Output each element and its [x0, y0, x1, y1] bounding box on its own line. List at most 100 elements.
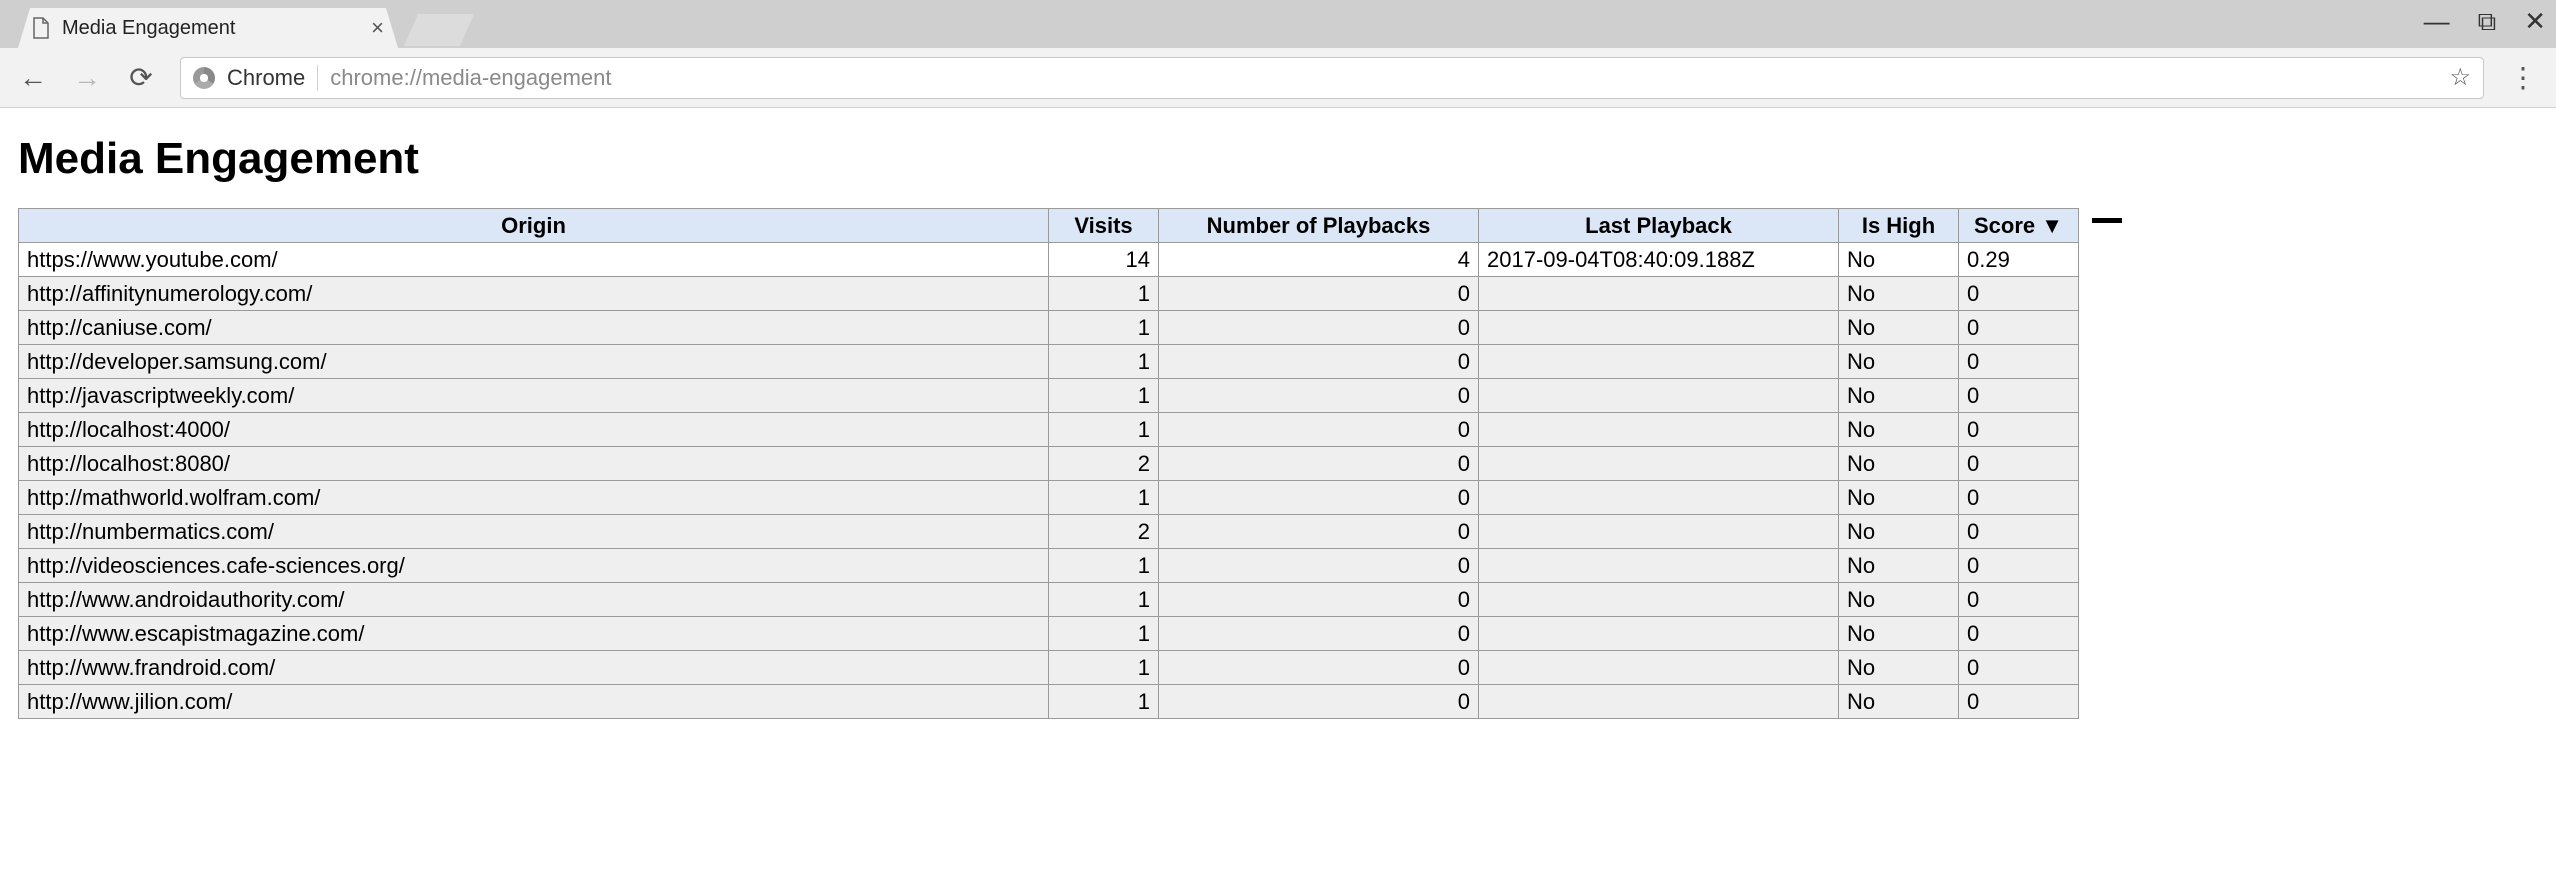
table-row: http://www.androidauthority.com/10No0: [19, 583, 2079, 617]
cell-playbacks: 0: [1159, 447, 1479, 481]
cell-visits: 1: [1049, 549, 1159, 583]
tab-strip: Media Engagement × — ⧉ ✕: [0, 0, 2556, 48]
cell-score: 0: [1959, 651, 2079, 685]
col-playbacks[interactable]: Number of Playbacks: [1159, 209, 1479, 243]
cell-high: No: [1839, 447, 1959, 481]
chrome-icon: [193, 67, 215, 89]
cell-high: No: [1839, 413, 1959, 447]
cell-visits: 1: [1049, 345, 1159, 379]
cell-visits: 14: [1049, 243, 1159, 277]
cell-origin: http://numbermatics.com/: [19, 515, 1049, 549]
table-row: http://numbermatics.com/20No0: [19, 515, 2079, 549]
cell-visits: 1: [1049, 583, 1159, 617]
cell-origin: http://affinitynumerology.com/: [19, 277, 1049, 311]
cell-high: No: [1839, 651, 1959, 685]
cell-playbacks: 0: [1159, 583, 1479, 617]
cell-visits: 1: [1049, 379, 1159, 413]
table-row: http://affinitynumerology.com/10No0: [19, 277, 2079, 311]
cell-score: 0: [1959, 379, 2079, 413]
cell-last: 2017-09-04T08:40:09.188Z: [1479, 243, 1839, 277]
cell-origin: http://javascriptweekly.com/: [19, 379, 1049, 413]
col-last[interactable]: Last Playback: [1479, 209, 1839, 243]
table-row: http://caniuse.com/10No0: [19, 311, 2079, 345]
col-visits[interactable]: Visits: [1049, 209, 1159, 243]
cell-playbacks: 0: [1159, 549, 1479, 583]
page-content: Media Engagement Origin Visits Number of…: [0, 108, 2556, 719]
cell-last: [1479, 481, 1839, 515]
cell-playbacks: 0: [1159, 345, 1479, 379]
close-window-icon[interactable]: ✕: [2524, 6, 2546, 38]
browser-tab[interactable]: Media Engagement ×: [18, 8, 398, 48]
window-controls: — ⧉ ✕: [2424, 6, 2546, 38]
table-row: http://www.escapistmagazine.com/10No0: [19, 617, 2079, 651]
cell-playbacks: 0: [1159, 515, 1479, 549]
cell-last: [1479, 379, 1839, 413]
cell-origin: http://caniuse.com/: [19, 311, 1049, 345]
tab-title: Media Engagement: [62, 17, 235, 40]
table-row: http://developer.samsung.com/10No0: [19, 345, 2079, 379]
browser-menu-button[interactable]: ⋮: [2508, 61, 2538, 94]
cell-score: 0: [1959, 685, 2079, 719]
browser-toolbar: ← → ⟳ Chrome chrome://media-engagement ☆…: [0, 48, 2556, 108]
cell-high: No: [1839, 243, 1959, 277]
col-high[interactable]: Is High: [1839, 209, 1959, 243]
cell-high: No: [1839, 583, 1959, 617]
omnibox-url: chrome://media-engagement: [330, 65, 611, 91]
cell-visits: 2: [1049, 447, 1159, 481]
cell-score: 0: [1959, 413, 2079, 447]
cell-origin: http://developer.samsung.com/: [19, 345, 1049, 379]
cell-visits: 1: [1049, 311, 1159, 345]
cell-high: No: [1839, 277, 1959, 311]
browser-chrome: Media Engagement × — ⧉ ✕ ← → ⟳ Chrome ch…: [0, 0, 2556, 108]
cell-last: [1479, 685, 1839, 719]
cell-last: [1479, 617, 1839, 651]
cell-last: [1479, 515, 1839, 549]
cell-score: 0: [1959, 481, 2079, 515]
cell-last: [1479, 413, 1839, 447]
cell-origin: http://www.escapistmagazine.com/: [19, 617, 1049, 651]
cell-score: 0.29: [1959, 243, 2079, 277]
cell-playbacks: 0: [1159, 277, 1479, 311]
cell-visits: 1: [1049, 651, 1159, 685]
cell-origin: https://www.youtube.com/: [19, 243, 1049, 277]
engagement-table: Origin Visits Number of Playbacks Last P…: [18, 208, 2079, 719]
cell-visits: 1: [1049, 617, 1159, 651]
col-origin[interactable]: Origin: [19, 209, 1049, 243]
cell-visits: 1: [1049, 277, 1159, 311]
maximize-icon[interactable]: ⧉: [2478, 6, 2497, 38]
cell-origin: http://videosciences.cafe-sciences.org/: [19, 549, 1049, 583]
table-row: http://localhost:4000/10No0: [19, 413, 2079, 447]
table-row: http://www.jilion.com/10No0: [19, 685, 2079, 719]
cell-score: 0: [1959, 549, 2079, 583]
truncated-content-indicator: [2092, 218, 2122, 223]
cell-visits: 1: [1049, 685, 1159, 719]
omnibox-scheme: Chrome: [227, 65, 305, 91]
col-score[interactable]: Score ▼: [1959, 209, 2079, 243]
cell-last: [1479, 447, 1839, 481]
close-tab-icon[interactable]: ×: [371, 17, 384, 39]
cell-score: 0: [1959, 583, 2079, 617]
new-tab-button[interactable]: [404, 14, 474, 46]
file-icon: [32, 17, 50, 39]
forward-button[interactable]: →: [72, 62, 102, 94]
sort-desc-icon: ▼: [2041, 213, 2063, 238]
cell-playbacks: 4: [1159, 243, 1479, 277]
cell-high: No: [1839, 481, 1959, 515]
table-row: http://mathworld.wolfram.com/10No0: [19, 481, 2079, 515]
table-row: http://videosciences.cafe-sciences.org/1…: [19, 549, 2079, 583]
cell-visits: 1: [1049, 413, 1159, 447]
cell-high: No: [1839, 311, 1959, 345]
table-row: http://www.frandroid.com/10No0: [19, 651, 2079, 685]
back-button[interactable]: ←: [18, 62, 48, 94]
table-row: https://www.youtube.com/1442017-09-04T08…: [19, 243, 2079, 277]
cell-score: 0: [1959, 447, 2079, 481]
cell-playbacks: 0: [1159, 481, 1479, 515]
reload-button[interactable]: ⟳: [126, 61, 156, 94]
cell-last: [1479, 549, 1839, 583]
cell-high: No: [1839, 685, 1959, 719]
cell-origin: http://www.androidauthority.com/: [19, 583, 1049, 617]
cell-origin: http://www.jilion.com/: [19, 685, 1049, 719]
omnibox[interactable]: Chrome chrome://media-engagement ☆: [180, 57, 2484, 99]
bookmark-star-icon[interactable]: ☆: [2449, 63, 2471, 92]
minimize-icon[interactable]: —: [2424, 6, 2450, 38]
